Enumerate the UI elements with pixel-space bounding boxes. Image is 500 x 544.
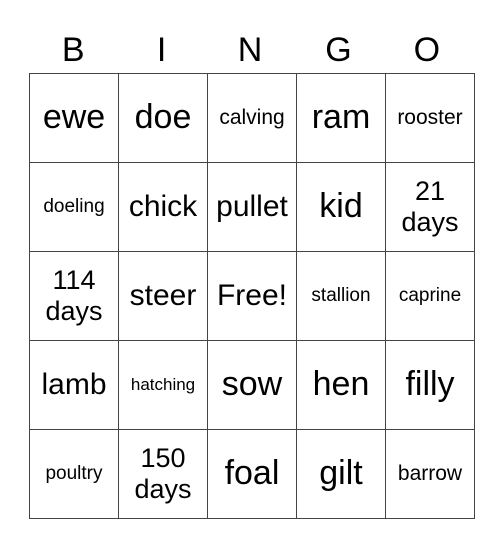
bingo-cell[interactable]: calving bbox=[207, 73, 297, 163]
bingo-cell[interactable]: barrow bbox=[385, 429, 475, 519]
bingo-grid: ewe doe calving ram rooster doeling chic… bbox=[29, 73, 475, 519]
bingo-cell[interactable]: lamb bbox=[29, 340, 119, 430]
bingo-cell[interactable]: doeling bbox=[29, 162, 119, 252]
grid-row: poultry 150 days foal gilt barrow bbox=[29, 429, 475, 519]
header-letter-n: N bbox=[237, 31, 263, 69]
bingo-cell[interactable]: caprine bbox=[385, 251, 475, 341]
bingo-cell[interactable]: 150 days bbox=[118, 429, 208, 519]
grid-row: ewe doe calving ram rooster bbox=[29, 73, 475, 163]
bingo-cell[interactable]: ewe bbox=[29, 73, 119, 163]
bingo-cell[interactable]: sow bbox=[207, 340, 297, 430]
header-letter-o: O bbox=[413, 31, 441, 69]
grid-row: lamb hatching sow hen filly bbox=[29, 340, 475, 430]
bingo-cell[interactable]: chick bbox=[118, 162, 208, 252]
bingo-cell[interactable]: hen bbox=[296, 340, 386, 430]
bingo-cell[interactable]: doe bbox=[118, 73, 208, 163]
bingo-cell[interactable]: poultry bbox=[29, 429, 119, 519]
bingo-cell[interactable]: foal bbox=[207, 429, 297, 519]
header-letter-g: G bbox=[325, 31, 352, 69]
bingo-cell[interactable]: filly bbox=[385, 340, 475, 430]
bingo-cell[interactable]: 21 days bbox=[385, 162, 475, 252]
bingo-cell[interactable]: pullet bbox=[207, 162, 297, 252]
bingo-cell[interactable]: gilt bbox=[296, 429, 386, 519]
bingo-cell[interactable]: steer bbox=[118, 251, 208, 341]
bingo-cell[interactable]: hatching bbox=[118, 340, 208, 430]
free-space-cell[interactable]: Free! bbox=[207, 251, 297, 341]
header-letter-b: B bbox=[61, 31, 85, 69]
grid-row: 114 days steer Free! stallion caprine bbox=[29, 251, 475, 341]
bingo-cell[interactable]: rooster bbox=[385, 73, 475, 163]
bingo-cell[interactable]: stallion bbox=[296, 251, 386, 341]
bingo-header: B I N G O bbox=[29, 28, 471, 72]
bingo-cell[interactable]: 114 days bbox=[29, 251, 119, 341]
grid-row: doeling chick pullet kid 21 days bbox=[29, 162, 475, 252]
bingo-cell[interactable]: ram bbox=[296, 73, 386, 163]
header-letter-i: I bbox=[156, 31, 167, 69]
bingo-cell[interactable]: kid bbox=[296, 162, 386, 252]
